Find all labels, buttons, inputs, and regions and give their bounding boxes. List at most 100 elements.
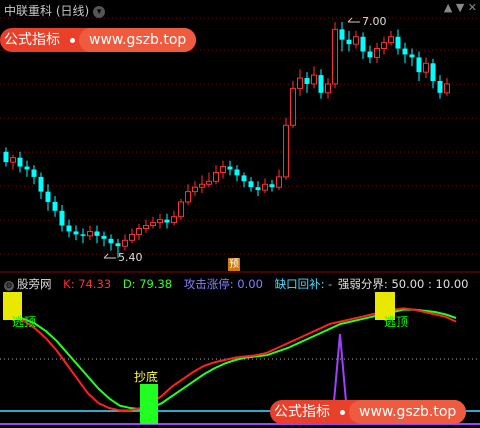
candle-body — [437, 81, 443, 93]
candle — [332, 22, 338, 89]
escape-top-label-left: 逃顶 — [12, 315, 37, 329]
escape-top-label-right: 逃顶 — [384, 315, 409, 329]
candle-body — [192, 186, 198, 193]
candle-body — [269, 184, 275, 188]
candle-body — [381, 42, 387, 50]
candle — [276, 169, 282, 191]
candle-body — [318, 75, 324, 93]
candle — [129, 228, 135, 244]
candle-body — [311, 74, 317, 85]
candle-body — [283, 124, 289, 178]
candle — [157, 213, 163, 229]
candle-body — [164, 219, 170, 223]
candle-body — [395, 36, 401, 49]
candle — [325, 78, 331, 99]
candle — [339, 22, 345, 52]
candle — [367, 45, 373, 64]
badge-url[interactable]: www.gszb.top — [79, 28, 197, 52]
candle-body — [115, 243, 121, 247]
candle — [269, 179, 275, 192]
candle — [31, 165, 37, 185]
candle-body — [353, 36, 359, 45]
badge-label: 公式指标 — [274, 404, 330, 420]
candle — [360, 32, 366, 59]
candle — [87, 225, 93, 241]
low-price-label: 5.40 — [118, 251, 143, 264]
candle — [346, 30, 352, 52]
attack-value: 攻击涨停: 0.00 — [183, 277, 263, 291]
candle-body — [248, 181, 254, 188]
candle-body — [157, 219, 163, 224]
candle — [17, 151, 23, 173]
candle-body — [276, 176, 282, 188]
candle — [178, 199, 184, 220]
candle — [444, 78, 450, 96]
chart-canvas[interactable] — [0, 0, 480, 428]
candle-body — [297, 77, 303, 89]
candle — [437, 75, 443, 99]
candle-body — [199, 183, 205, 188]
candle — [248, 176, 254, 192]
candle-body — [206, 180, 212, 185]
candle-body — [227, 166, 233, 170]
candle — [402, 42, 408, 64]
candle-body — [367, 51, 373, 58]
candle-body — [409, 54, 415, 58]
candle — [108, 234, 114, 251]
candle — [227, 160, 233, 176]
formula-badge-top[interactable]: 公式指标 www.gszb.top — [0, 28, 197, 52]
candle-body — [45, 191, 51, 202]
low-annotation — [103, 253, 116, 259]
high-price-label: 7.00 — [362, 15, 387, 28]
candle-body — [255, 187, 261, 191]
candle-body — [423, 62, 429, 73]
candle — [185, 184, 191, 205]
candle-body — [31, 169, 37, 177]
bottom-buy-label: 抄底 — [134, 370, 159, 384]
candle-body — [80, 234, 86, 236]
candle-body — [290, 87, 296, 126]
candle — [171, 210, 177, 226]
indicator-settings-icon[interactable]: ⚙ — [4, 281, 14, 291]
candle — [234, 165, 240, 182]
candle-body — [444, 83, 450, 94]
candle — [45, 184, 51, 211]
candle — [213, 165, 219, 185]
formula-badge-bottom[interactable]: 公式指标 www.gszb.top — [270, 400, 467, 424]
candle-body — [213, 171, 219, 182]
candle — [241, 172, 247, 188]
candle-body — [150, 222, 156, 227]
candle-body — [360, 36, 366, 52]
candle — [150, 216, 156, 229]
candle-body — [304, 78, 310, 84]
candle — [101, 231, 107, 247]
candle — [395, 29, 401, 55]
candle — [255, 181, 261, 197]
candle — [206, 172, 212, 188]
candle — [416, 51, 422, 81]
candle-body — [3, 151, 9, 163]
forecast-marker[interactable]: 预 — [228, 258, 240, 271]
candle — [381, 36, 387, 55]
candle-body — [129, 233, 135, 241]
candle — [122, 234, 128, 251]
candle — [304, 72, 310, 93]
candle-body — [73, 231, 79, 235]
badge-dot-icon — [70, 37, 75, 43]
indicator-name[interactable]: 股旁网 — [17, 277, 52, 291]
candle-body — [136, 228, 142, 235]
candle — [73, 225, 79, 241]
candle — [353, 30, 359, 49]
candle — [311, 66, 317, 89]
candle-body — [234, 169, 240, 176]
badge-url[interactable]: www.gszb.top — [349, 400, 467, 424]
candle — [143, 219, 149, 233]
candle — [164, 213, 170, 229]
candle-body — [325, 83, 331, 94]
candle-body — [143, 225, 149, 230]
candle-body — [10, 157, 16, 163]
candle-body — [94, 231, 100, 236]
candle — [318, 69, 324, 99]
candle-body — [339, 29, 345, 40]
candle-body — [388, 36, 394, 44]
